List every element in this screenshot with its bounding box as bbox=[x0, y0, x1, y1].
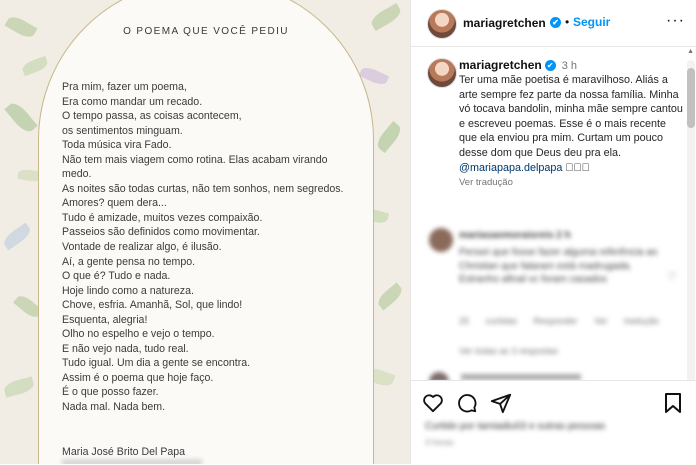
poem-line: Passeios são definidos como movimentar. bbox=[62, 226, 260, 239]
poem-line: Esquenta, alegria! bbox=[62, 313, 148, 326]
poem-line: E não vejo nada, tudo real. bbox=[62, 342, 189, 355]
save-bookmark-icon[interactable] bbox=[661, 391, 685, 415]
more-options-icon[interactable]: ··· bbox=[666, 12, 685, 30]
caption: mariagretchen ✔ 3 h Ter uma mãe poetisa é … bbox=[459, 58, 685, 188]
comment-meta: 25 curtidas Responder Ver tradução bbox=[459, 316, 660, 326]
caption-username[interactable]: mariagretchen bbox=[459, 58, 542, 72]
commenter-avatar[interactable] bbox=[429, 228, 453, 252]
scroll-up-arrow-icon[interactable]: ▲ bbox=[687, 48, 694, 55]
poem-line: As noites são todas curtas, não tem sonh… bbox=[62, 182, 344, 195]
scrollbar-thumb[interactable] bbox=[687, 68, 695, 128]
scrollbar[interactable] bbox=[687, 60, 695, 400]
poem-line: medo. bbox=[62, 168, 92, 181]
post-header: mariagretchen ✔ • Seguir ··· bbox=[411, 0, 696, 47]
poem-line: Não tem mais viagem como rotina. Elas ac… bbox=[62, 153, 328, 166]
post-actions: Curtido por tamiadiu03 e outras pessoas … bbox=[411, 380, 696, 465]
poem-line: Chove, esfria. Amanhã, Sol, que lindo! bbox=[62, 299, 243, 312]
comment-like-heart-icon[interactable]: ♡ bbox=[667, 270, 677, 283]
post-side-panel: mariagretchen ✔ • Seguir ··· mariagretch… bbox=[410, 0, 696, 465]
separator-dot: • bbox=[565, 15, 570, 29]
poem-author: Maria José Brito Del Papa bbox=[62, 446, 186, 458]
follow-button[interactable]: Seguir bbox=[573, 15, 610, 29]
post-image[interactable]: O POEMA QUE VOCÊ PEDIU Pra mim, fazer um… bbox=[0, 0, 410, 464]
poem-title: O POEMA QUE VOCÊ PEDIU bbox=[123, 26, 289, 37]
caption-emojis:     bbox=[565, 161, 590, 174]
poem-line: Nada mal. Nada bem. bbox=[62, 401, 166, 414]
like-heart-icon[interactable] bbox=[421, 391, 445, 415]
poem-line: Hoje lindo como a natureza. bbox=[62, 284, 194, 297]
poem-line: Olho no espelho e vejo o tempo. bbox=[62, 328, 215, 341]
poem-line: Toda música vira Fado. bbox=[62, 139, 172, 152]
caption-text: Ter uma mãe poetisa é maravilhoso. Aliás… bbox=[459, 74, 683, 159]
poem-line: Tudo igual. Um dia a gente se encontra. bbox=[62, 357, 251, 370]
poem-line: Vontade de realizar algo, é ilusão. bbox=[62, 241, 222, 254]
comment-username[interactable]: mariasaomoraisreis 2 h bbox=[459, 230, 571, 241]
header-username[interactable]: mariagretchen bbox=[463, 16, 546, 30]
poem-line: Era como mandar um recado. bbox=[62, 95, 203, 108]
poem-line: Pra mim, fazer um poema, bbox=[62, 81, 187, 93]
poem-line: O tempo passa, as coisas acontecem, bbox=[62, 110, 242, 123]
caption-mention-line: @mariapapa.delpapa     bbox=[459, 161, 685, 176]
poem-line: Assim é o poema que hoje faço. bbox=[62, 371, 214, 384]
caption-header: mariagretchen ✔ 3 h bbox=[459, 58, 685, 72]
comment-bubble-icon[interactable] bbox=[455, 391, 479, 415]
poem-line: Aí, a gente pensa no tempo. bbox=[62, 255, 196, 268]
verified-badge-icon: ✔ bbox=[544, 60, 556, 72]
author-avatar[interactable] bbox=[427, 9, 457, 39]
mention-link[interactable]: @mariapapa.delpapa bbox=[459, 162, 562, 174]
poem-line: Tudo é amizade, muitos vezes compaixão. bbox=[62, 211, 263, 224]
poem-date-blurred bbox=[62, 459, 202, 464]
poem-line: O que é? Tudo e nada. bbox=[62, 270, 171, 283]
poem-line: É o que posso fazer. bbox=[62, 386, 159, 399]
poem-line: os sentimentos minguam. bbox=[62, 124, 183, 137]
poem-line: Amores? quem dera... bbox=[62, 197, 167, 210]
see-translation-link[interactable]: Ver tradução bbox=[459, 177, 685, 188]
likes-summary[interactable]: Curtido por tamiadiu03 e outras pessoas bbox=[425, 421, 605, 432]
view-replies-link[interactable]: Ver todas as 3 respostas bbox=[459, 346, 558, 356]
verified-badge-icon: ✔ bbox=[550, 17, 561, 28]
caption-avatar[interactable] bbox=[427, 58, 457, 88]
comment-text: Pensei que fosse fazer alguma referência… bbox=[459, 247, 658, 285]
caption-time: 3 h bbox=[561, 60, 577, 72]
share-send-icon[interactable] bbox=[489, 391, 513, 415]
post-time-ago: 3 horas bbox=[425, 437, 454, 447]
poem-body: Pra mim, fazer um poema, Era como mandar… bbox=[62, 80, 382, 415]
